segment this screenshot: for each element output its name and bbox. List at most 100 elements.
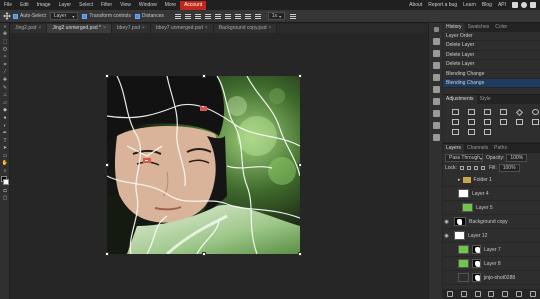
link-layers-icon[interactable] (446, 291, 453, 297)
distribute-icon[interactable] (234, 12, 242, 20)
new-folder-icon[interactable] (502, 291, 509, 297)
tab-layers[interactable]: Layers (443, 144, 465, 153)
menu-window[interactable]: Window (135, 2, 161, 8)
tab-channels[interactable]: Channels (464, 144, 491, 153)
tab-swatches[interactable]: Swatches (465, 23, 493, 32)
layer-row[interactable]: jinjo-shot0288 (443, 271, 540, 285)
visibility-eye-icon[interactable]: ◉ (443, 219, 450, 225)
curves-icon[interactable] (483, 108, 492, 116)
layer-select-dropdown[interactable]: Layer ▾ (49, 12, 79, 20)
selective-color-icon[interactable] (483, 128, 492, 136)
transform-handle[interactable] (298, 163, 302, 167)
clone-stamp-icon[interactable]: ⊥ (0, 91, 10, 99)
menu-image[interactable]: Image (33, 2, 55, 8)
transform-handle[interactable] (105, 163, 109, 167)
lock-transparency-icon[interactable] (459, 166, 464, 170)
quick-mask-icon[interactable]: ◘ (0, 187, 10, 195)
history-item[interactable]: Delete Layer (443, 41, 540, 51)
menu-layer[interactable]: Layer (55, 2, 76, 8)
menu-file[interactable]: File (0, 2, 16, 8)
healing-brush-icon[interactable]: ✚ (0, 76, 10, 84)
lock-all-icon[interactable] (480, 166, 485, 170)
delete-layer-icon[interactable] (529, 291, 536, 297)
tab-adjustments[interactable]: Adjustments (443, 95, 477, 104)
layer-row[interactable]: Layer 7 (443, 243, 540, 257)
facebook-icon[interactable] (530, 2, 536, 8)
screen-mode-icon[interactable]: ▢ (0, 194, 10, 202)
brightness-icon[interactable] (451, 108, 460, 116)
add-mask-icon[interactable] (488, 291, 495, 297)
blur-tool-icon[interactable]: ● (0, 114, 10, 122)
crop-tool-icon[interactable]: ⌗ (0, 61, 10, 69)
twitter-icon[interactable] (521, 2, 527, 8)
threshold-icon[interactable] (467, 128, 476, 136)
align-top-icon[interactable] (174, 12, 182, 20)
lock-pixels-icon[interactable] (466, 166, 471, 170)
layer-row[interactable]: Layer 4 (443, 187, 540, 201)
expand-arrow-icon[interactable]: ▸ (458, 177, 461, 183)
tab-color[interactable]: Color (492, 23, 510, 32)
document-canvas[interactable] (107, 76, 300, 254)
history-item[interactable]: Delete Layer (443, 51, 540, 61)
doc-tab[interactable]: Jing2.psd × (10, 24, 48, 33)
path-select-icon[interactable]: ➤ (0, 145, 10, 153)
hue-saturation-icon[interactable] (531, 108, 540, 116)
zoom-tool-icon[interactable]: ⌕ (0, 167, 10, 175)
dodge-tool-icon[interactable]: ◐ (0, 122, 10, 130)
gradient-map-icon[interactable] (531, 118, 540, 126)
pen-tool-icon[interactable]: ✒ (0, 129, 10, 137)
align-right-icon[interactable] (224, 12, 232, 20)
magic-wand-icon[interactable]: ✧ (0, 53, 10, 61)
levels-icon[interactable] (467, 108, 476, 116)
paint-bucket-icon[interactable]: ◆ (0, 107, 10, 115)
fill-input[interactable]: 100% (498, 164, 520, 172)
align-left-icon[interactable] (204, 12, 212, 20)
close-icon[interactable]: × (269, 25, 272, 31)
align-bottom-icon[interactable] (194, 12, 202, 20)
distribute-h-icon[interactable] (244, 12, 252, 20)
new-layer-icon[interactable] (516, 291, 523, 297)
align-center-icon[interactable] (214, 12, 222, 20)
history-item[interactable]: Layer Order (443, 32, 540, 42)
link-api[interactable]: API (495, 2, 509, 8)
history-item-current[interactable]: Blending Change (443, 78, 540, 89)
eyedropper-icon[interactable]: ⁄ (0, 69, 10, 77)
doc-tab[interactable]: bbey7 unmerged.psd × (150, 24, 214, 33)
marquee-tool-icon[interactable]: ⬚ (0, 38, 10, 46)
close-icon[interactable]: × (38, 25, 41, 31)
text-tool-icon[interactable]: T (0, 137, 10, 145)
paragraph-panel-icon[interactable] (429, 107, 443, 119)
transform-handle[interactable] (105, 74, 109, 78)
transform-handle[interactable] (202, 252, 206, 256)
collapse-icon[interactable]: » (0, 23, 10, 31)
tab-paths[interactable]: Paths (491, 144, 510, 153)
reddit-icon[interactable] (512, 2, 518, 8)
close-icon[interactable]: × (205, 25, 208, 31)
menu-filter[interactable]: Filter (97, 2, 116, 8)
shape-tool-icon[interactable]: ▭ (0, 152, 10, 160)
exposure-icon[interactable] (499, 108, 508, 116)
link-blog[interactable]: Blog (479, 2, 495, 8)
menu-more[interactable]: More (161, 2, 180, 8)
opacity-input[interactable]: 100% (506, 154, 528, 162)
visibility-eye-icon[interactable]: ◉ (443, 233, 450, 239)
black-white-icon[interactable] (467, 118, 476, 126)
layer-row[interactable]: Layer 5 (443, 201, 540, 215)
close-icon[interactable]: × (103, 25, 106, 31)
character-panel-icon[interactable] (429, 95, 443, 107)
tool-presets-icon[interactable] (429, 131, 443, 143)
zoom-dropdown[interactable]: 1x ▾ (267, 12, 286, 20)
align-options-icon[interactable] (289, 12, 297, 20)
properties-panel-icon[interactable] (429, 71, 443, 83)
doc-tab[interactable]: Background copy.psd × (213, 24, 278, 33)
css-panel-icon[interactable] (429, 119, 443, 131)
history-panel-icon[interactable] (429, 35, 443, 47)
tab-style[interactable]: Style (477, 95, 494, 104)
swatches-panel-icon[interactable] (429, 47, 443, 59)
layer-style-icon[interactable] (460, 291, 467, 297)
link-learn[interactable]: Learn (460, 2, 479, 8)
info-panel-icon[interactable] (429, 59, 443, 71)
vibrance-icon[interactable] (515, 108, 524, 116)
link-about[interactable]: About (406, 2, 425, 8)
collapse-panels-icon[interactable] (429, 23, 443, 35)
